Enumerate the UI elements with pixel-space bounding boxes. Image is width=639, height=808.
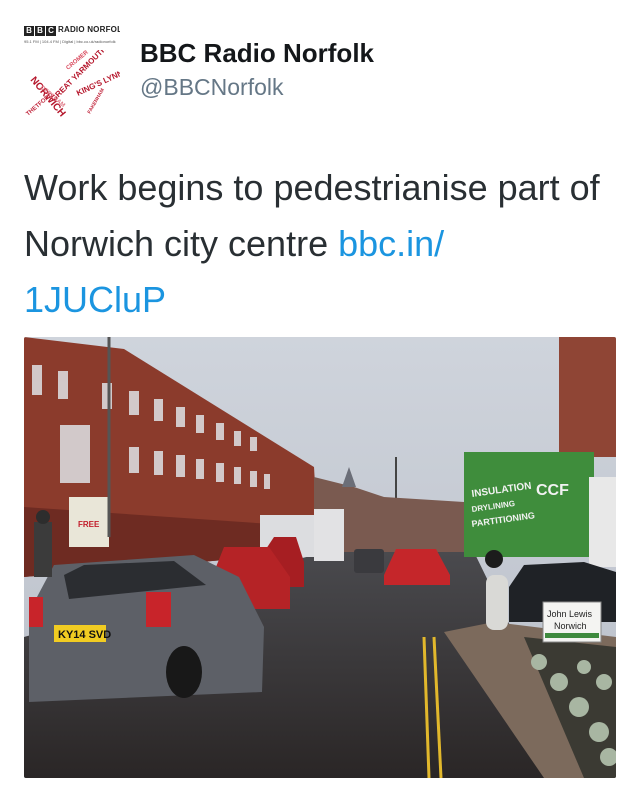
- street-scene-photo: FREE INSULATION DRYLINING PARTITIONING C…: [24, 337, 616, 778]
- author-display-name[interactable]: BBC Radio Norfolk: [140, 38, 374, 69]
- pedestrian: [34, 522, 52, 577]
- bbc-block-b2: B: [35, 26, 45, 36]
- john-lewis-line1: John Lewis: [547, 609, 593, 619]
- avatar-frequency: 95.1 FM | 104.4 FM | Digital | bbc.co.uk…: [24, 39, 116, 44]
- brick-building-right: [559, 337, 616, 457]
- lorry-wheel: [485, 550, 503, 568]
- distant-car-1: [354, 549, 384, 573]
- tyre-left: [166, 646, 202, 698]
- avatar-station-logo: B B C RADIO NORFOLK 95.1 FM | 104.4 FM |…: [24, 25, 120, 48]
- lorry-cab: [589, 477, 616, 567]
- author-handle[interactable]: @BBCNorfolk: [140, 74, 284, 101]
- bbc-block-c: C: [46, 26, 56, 36]
- bollard: [486, 575, 508, 630]
- lorry-text-ccf: CCF: [536, 482, 569, 499]
- white-truck: [314, 509, 344, 561]
- avatar-station-name: RADIO NORFOLK: [58, 25, 120, 34]
- bbc-block-b1: B: [24, 26, 34, 36]
- shop-sign-text: FREE: [78, 520, 100, 529]
- john-lewis-line2: Norwich: [554, 621, 587, 631]
- tweet-photo[interactable]: FREE INSULATION DRYLINING PARTITIONING C…: [24, 337, 616, 778]
- tweet-text: Work begins to pedestrianise part of Nor…: [24, 160, 624, 328]
- bbc-logo-icon: B B C: [24, 26, 56, 36]
- tweet-body-text: Work begins to pedestrianise part of Nor…: [24, 167, 600, 264]
- tail-light-right: [146, 592, 171, 627]
- tweet-header: B B C RADIO NORFOLK 95.1 FM | 104.4 FM |…: [0, 0, 639, 125]
- tail-light-left: [29, 597, 43, 627]
- avatar-place-names-art: NORWICH GREAT YARMOUTH KING'S LYNN CROME…: [25, 50, 120, 119]
- tweet-link-part2: 1JUCluP: [24, 279, 167, 320]
- number-plate-text: KY14 SVD: [58, 629, 111, 641]
- tweet-link-part1: bbc.in/: [338, 223, 445, 264]
- profile-avatar[interactable]: B B C RADIO NORFOLK 95.1 FM | 104.4 FM |…: [24, 24, 120, 120]
